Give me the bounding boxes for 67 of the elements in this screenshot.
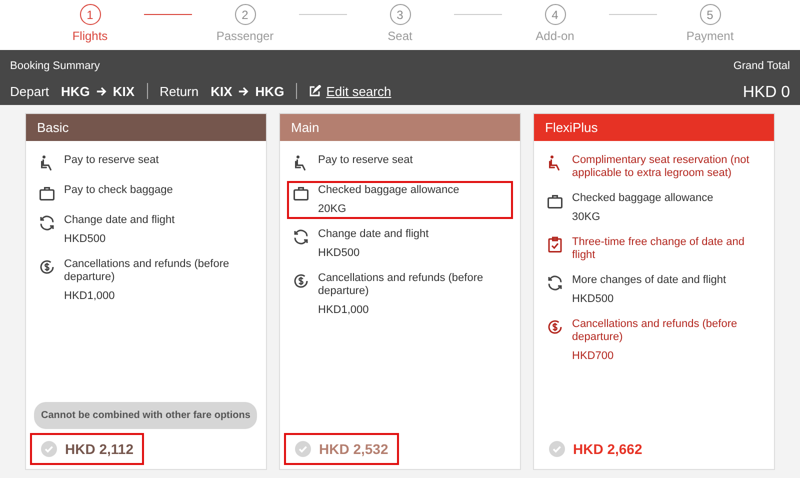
edit-icon (309, 85, 322, 98)
step-label[interactable]: Seat (388, 27, 412, 45)
step-number: 3 (390, 4, 410, 25)
airport-code: KIX (112, 82, 135, 100)
feature-text: Change date and flight (64, 214, 175, 227)
clipboard-check-icon (546, 236, 564, 254)
check-circle-icon[interactable] (41, 441, 57, 457)
summary-title: Booking Summary (10, 59, 101, 74)
airport-code: KIX (210, 82, 232, 100)
grand-total-label: Grand Total (733, 59, 790, 74)
feature-detail: 30KG (572, 211, 602, 224)
feature-text: Three-time free change of date and flight (572, 236, 746, 262)
feature-detail: HKD1,000 (64, 290, 116, 303)
depart-label: Depart (10, 82, 50, 101)
step-number: 5 (700, 4, 720, 25)
feature-text: More changes of date and flight (572, 274, 726, 287)
feature-text: Pay to reserve seat (318, 154, 413, 167)
feature-detail: 20KG (318, 203, 348, 216)
airport-code: HKG (255, 82, 284, 100)
step-label[interactable]: Passenger (216, 27, 274, 45)
step-number: 4 (544, 4, 566, 25)
arrow-right-icon (96, 86, 107, 97)
feature-text: Change date and flight (318, 228, 429, 241)
refresh-icon (38, 214, 56, 232)
fare-card[interactable]: Main Pay to reserve seat Checked baggage allowance 20KG Change date and flight HKD500 Cancellations and refunds (before departure) HKD1,000 HKD 2,532 (279, 113, 521, 470)
fare-price: HKD 2,662 (573, 440, 642, 458)
feature-text: Pay to check baggage (64, 184, 173, 197)
refresh-icon (292, 228, 310, 246)
fare-price: HKD 2,112 (65, 440, 134, 458)
step-label[interactable]: Payment (686, 27, 734, 45)
fare-name: FlexiPlus (545, 118, 598, 137)
briefcase-icon (546, 192, 564, 210)
feature-text: Cancellations and refunds (before departure) (64, 258, 230, 284)
check-circle-icon[interactable] (295, 441, 311, 457)
feature-text: Pay to reserve seat (64, 154, 159, 167)
fare-card[interactable]: Basic Pay to reserve seat Pay to check baggage Change date and flight HKD500 Cancellations and refunds (before departure) HKD1,000 Cannot be combined with other fare options HKD 2,112 (25, 113, 267, 470)
check-circle-icon[interactable] (549, 441, 565, 457)
return-label: Return (160, 82, 199, 100)
fare-name: Basic (37, 118, 69, 137)
feature-text: Complimentary seat reservation (not applicable to extra legroom seat) (572, 154, 750, 180)
fare-name: Main (291, 118, 320, 137)
step-label[interactable]: Add-on (536, 27, 574, 45)
feature-detail: HKD500 (64, 233, 107, 246)
briefcase-icon (292, 184, 310, 202)
feature-text: Checked baggage allowance (318, 184, 460, 197)
edit-search-link[interactable]: Edit search (326, 82, 392, 101)
grand-total-value: HKD 0 (742, 82, 790, 102)
feature-detail: HKD700 (572, 350, 615, 363)
dollar-circle-icon (292, 272, 310, 290)
step-number: 1 (80, 4, 100, 25)
step-label[interactable]: Flights (72, 27, 108, 45)
dollar-circle-icon (546, 318, 564, 336)
feature-detail: HKD500 (318, 247, 361, 260)
fare-price: HKD 2,532 (319, 440, 388, 458)
feature-text: Cancellations and refunds (before departure) (572, 318, 738, 344)
step-number: 2 (234, 4, 256, 25)
feature-text: Cancellations and refunds (before departure) (318, 272, 484, 298)
feature-text: Checked baggage allowance (572, 192, 714, 205)
fare-card[interactable] (533, 113, 775, 470)
feature-detail: HKD1,000 (318, 304, 370, 317)
airport-code: HKG (61, 82, 90, 100)
briefcase-icon (38, 184, 56, 202)
refresh-icon (546, 274, 564, 292)
fare-note: Cannot be combined with other fare options (34, 402, 258, 429)
feature-detail: HKD500 (572, 293, 615, 306)
dollar-circle-icon (38, 258, 56, 276)
arrow-right-icon (238, 86, 250, 97)
